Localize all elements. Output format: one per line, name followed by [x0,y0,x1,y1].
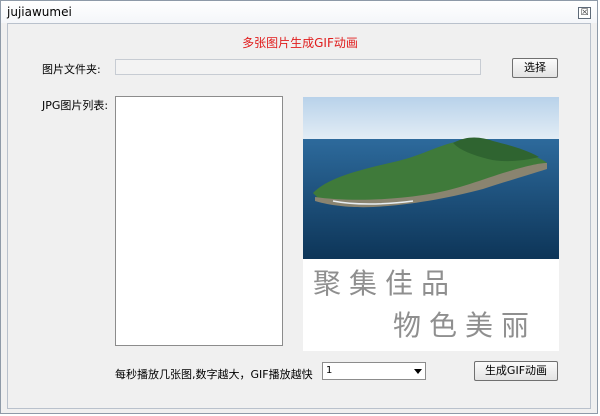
calligraphy-line-1: 聚集佳品 [313,267,457,300]
window-title: jujiawumei [7,5,72,19]
island-photo: 聚集佳品 物色美丽 [303,97,559,351]
page-title: 多张图片生成GIF动画 [242,36,358,50]
folder-path-field[interactable] [115,59,481,75]
speed-label: 每秒播放几张图,数字越大，GIF播放越快 [115,368,313,381]
calligraphy-line-2: 物色美丽 [393,309,537,342]
speed-value: 1 [326,365,333,376]
close-icon[interactable]: ☒ [578,7,591,19]
app-window: jujiawumei ☒ 多张图片生成GIF动画 图片文件夹: 选择 JPG图片… [0,0,598,414]
preview-image: 聚集佳品 物色美丽 [303,97,559,351]
choose-folder-button[interactable]: 选择 [512,58,558,78]
generate-gif-button[interactable]: 生成GIF动画 [474,361,558,381]
main-panel: 多张图片生成GIF动画 图片文件夹: 选择 JPG图片列表: 聚集佳品 物色美丽… [7,23,591,409]
jpg-list-label: JPG图片列表: [42,99,109,112]
jpg-image-list[interactable] [115,96,283,346]
title-bar: jujiawumei ☒ [1,1,597,23]
speed-select[interactable]: 1 [322,362,426,380]
folder-label: 图片文件夹: [42,63,101,76]
chevron-down-icon[interactable] [414,369,422,374]
